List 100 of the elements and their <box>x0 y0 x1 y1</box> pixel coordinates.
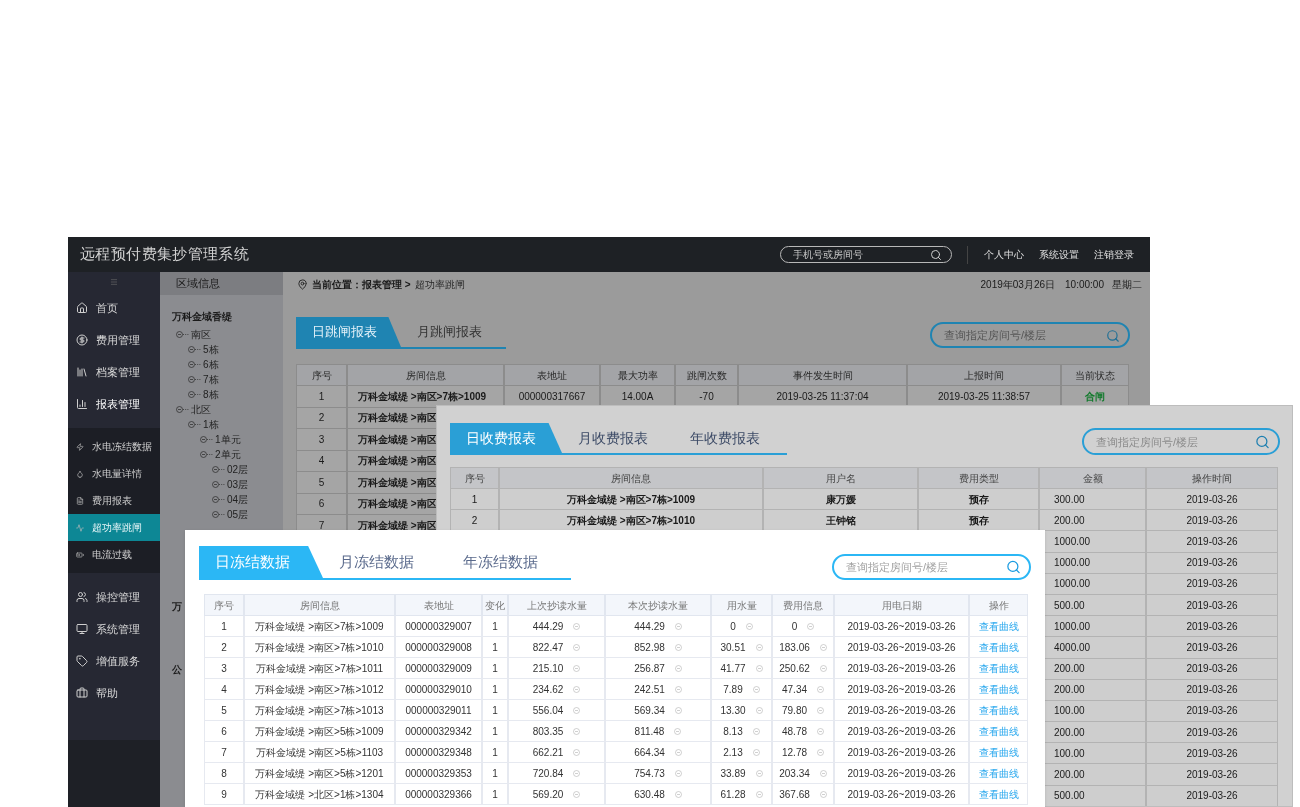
table-cell-text: 556.04 <box>532 703 564 718</box>
table-cell-text: 7 <box>318 518 325 533</box>
table-cell-text: 47.34 <box>782 682 807 697</box>
menu-item[interactable]: 系统管理 <box>96 620 140 638</box>
tree-root[interactable]: 公 <box>172 664 182 675</box>
circle-icon <box>674 622 682 630</box>
tree-node-icon <box>212 466 225 473</box>
tree-item[interactable]: 02层 <box>227 462 249 477</box>
column-header: 事件发生时间 <box>738 364 907 386</box>
report-tab[interactable]: 月冻结数据 <box>323 546 447 578</box>
current-weekday: 星期二 <box>1112 277 1142 292</box>
table-cell-text: 万科金域缇 >南区 <box>358 411 437 426</box>
column-header: 用户名 <box>763 467 918 489</box>
menu-item[interactable]: 档案管理 <box>96 363 140 381</box>
search-field[interactable]: 查询指定房间号/楼层 <box>930 322 1130 348</box>
table-cell-text: 754.73 <box>634 766 665 781</box>
search-field[interactable]: 手机号或房间号 <box>780 246 952 263</box>
tree-root[interactable]: 万 <box>172 601 182 612</box>
header-link[interactable]: 个人中心 <box>984 247 1024 262</box>
location-icon <box>297 278 308 290</box>
table-cell-text: 2019-03-26 <box>1186 640 1238 655</box>
table-cell-text: 万科金域缇 >南区>7栋>1009 <box>255 619 384 634</box>
table-cell-text: 215.10 <box>532 661 564 676</box>
table-cell-text: 1 <box>492 766 498 781</box>
menu-item[interactable]: 增值服务 <box>96 652 140 670</box>
table-cell-text: 14.00A <box>621 389 654 404</box>
table-cell-text: 000000329342 <box>405 724 472 739</box>
table-cell-text: 48.78 <box>782 724 807 739</box>
submenu-item-icon <box>76 442 84 451</box>
circle-icon <box>755 769 763 777</box>
tree-item[interactable]: 1栋 <box>203 417 219 432</box>
tree-item[interactable]: 5栋 <box>203 342 219 357</box>
table-cell-text: 王钟铭 <box>825 513 856 528</box>
header-link[interactable]: 系统设置 <box>1039 247 1079 262</box>
circle-icon <box>755 643 763 651</box>
search-icon[interactable] <box>930 248 942 261</box>
table-cell-text: 2019-03-26~2019-03-26 <box>847 619 956 634</box>
table-cell-text: 1 <box>221 619 227 634</box>
table-cell-text: 0 <box>791 619 798 634</box>
breadcrumb-current[interactable]: 超功率跳闸 <box>414 276 465 292</box>
table-cell-text: 3 <box>221 661 227 676</box>
circle-icon <box>807 622 815 630</box>
tree-item[interactable]: 6栋 <box>203 357 219 372</box>
tree-item[interactable]: 北区 <box>191 402 211 417</box>
report-tab[interactable]: 年冻结数据 <box>447 546 571 578</box>
circle-icon <box>674 790 682 798</box>
menu-item-icon <box>76 687 88 699</box>
menu-item[interactable]: 费用管理 <box>96 331 140 349</box>
header-link[interactable]: 注销登录 <box>1094 247 1134 262</box>
submenu-item[interactable]: 水电冻结数据 <box>68 433 160 460</box>
table-cell-text: 1 <box>492 724 498 739</box>
tree-item[interactable]: 8栋 <box>203 387 219 402</box>
tree-item[interactable]: 南区 <box>191 327 211 342</box>
table-cell-text: 2019-03-26~2019-03-26 <box>847 661 956 676</box>
tree-node-icon <box>212 511 225 518</box>
table-cell-text: 万科金域缇 >南区>7栋>1010 <box>566 513 696 528</box>
tree-item[interactable]: 1单元 <box>215 432 241 447</box>
search-field[interactable]: 查询指定房间号/楼层 <box>832 554 1031 580</box>
table-cell-text: 811.48 <box>634 724 665 739</box>
tree-item[interactable]: 7栋 <box>203 372 219 387</box>
table-cell-text: 100.00 <box>1054 704 1085 719</box>
circle-icon <box>674 769 682 777</box>
table-cell-text: 200.00 <box>1054 725 1085 740</box>
menu-item[interactable]: 首页 <box>96 299 118 317</box>
submenu-item[interactable]: 水电量详情 <box>68 460 160 487</box>
tree-item[interactable]: 04层 <box>227 492 249 507</box>
menu-item[interactable]: 报表管理 <box>96 395 140 413</box>
column-header: 本次抄读水量 <box>605 594 711 616</box>
current-time: 10:00:00 <box>1065 277 1104 292</box>
table-cell-text: 万科金域缇 >南区>7栋>1011 <box>255 661 384 676</box>
table-cell-text: 256.87 <box>634 661 665 676</box>
table-cell-text: 367.68 <box>779 787 810 802</box>
table-cell-text: 200.00 <box>1054 513 1085 528</box>
report-tab[interactable]: 月跳闸报表 <box>401 317 506 347</box>
table-cell-text: 2019-03-26 <box>1186 619 1238 634</box>
tree-root[interactable]: 万科金域香缇 <box>172 311 232 322</box>
submenu-item[interactable]: 电流过载 <box>68 541 160 568</box>
column-header: 表地址 <box>504 364 600 386</box>
table-cell-text: 000000329010 <box>405 682 472 697</box>
search-field[interactable]: 查询指定房间号/楼层 <box>1082 428 1280 455</box>
menu-icon[interactable] <box>110 278 118 286</box>
report-tab[interactable]: 年收费报表 <box>674 423 786 453</box>
tree-item[interactable]: 03层 <box>227 477 249 492</box>
submenu-item[interactable]: 费用报表 <box>68 487 160 514</box>
tree-node-icon <box>212 481 225 488</box>
table-cell-text: 30.51 <box>720 640 746 655</box>
report-tab[interactable]: 日跳闸报表 <box>296 317 401 347</box>
status-text: 合闸 <box>1085 389 1105 404</box>
submenu-item[interactable]: 超功率跳闸 <box>68 514 160 541</box>
report-tab[interactable]: 日收费报表 <box>450 423 562 453</box>
table-cell-text: 预存 <box>968 513 989 528</box>
menu-item[interactable]: 帮助 <box>96 684 118 702</box>
menu-item[interactable]: 操控管理 <box>96 588 140 606</box>
tree-item[interactable]: 2单元 <box>215 447 241 462</box>
table-cell-text: 6 <box>318 497 325 512</box>
report-tab[interactable]: 月收费报表 <box>562 423 674 453</box>
table-cell-text: 万科金域缇 >南区 <box>358 518 437 533</box>
circle-icon <box>573 685 581 693</box>
table-cell-text: 万科金域缇 >南区 <box>358 475 437 490</box>
tree-item[interactable]: 05层 <box>227 507 249 522</box>
